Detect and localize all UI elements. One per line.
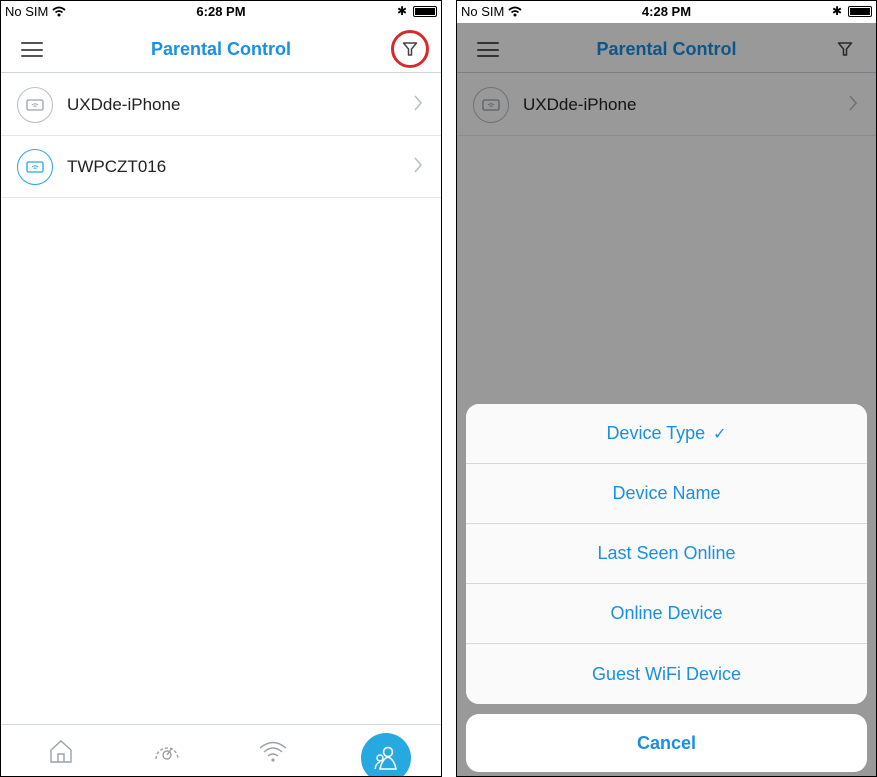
chevron-right-icon	[414, 95, 423, 111]
bluetooth-icon: ✱	[831, 4, 842, 18]
sort-option-last-seen-online[interactable]: Last Seen Online	[466, 524, 867, 584]
sort-option-online-device[interactable]: Online Device	[466, 584, 867, 644]
tab-bar	[1, 724, 441, 776]
sort-option-label: Online Device	[610, 603, 723, 623]
nav-bar: Parental Control	[1, 23, 441, 73]
page-title: Parental Control	[150, 39, 292, 59]
status-bar: No SIM 4:28 PM ✱	[457, 1, 876, 23]
sort-option-device-name[interactable]: Device Name	[466, 464, 867, 524]
device-online-icon	[17, 149, 53, 185]
status-time: 4:28 PM	[641, 4, 692, 19]
filter-button[interactable]	[391, 30, 429, 68]
battery-icon	[848, 5, 872, 17]
cancel-button[interactable]: Cancel	[466, 714, 867, 772]
device-name: UXDde-iPhone	[67, 95, 181, 114]
wifi-icon[interactable]	[257, 735, 289, 767]
phone-screen-left: No SIM 6:28 PM ✱ Parental Control UXDde-…	[0, 0, 442, 777]
sort-action-sheet: Device Type ✓ Device Name Last Seen Onli…	[466, 404, 867, 704]
parental-control-icon[interactable]	[361, 733, 411, 776]
bluetooth-icon: ✱	[396, 4, 407, 18]
status-time: 6:28 PM	[196, 4, 246, 19]
device-row[interactable]: TWPCZT016	[1, 136, 441, 198]
sort-option-guest-wifi-device[interactable]: Guest WiFi Device	[466, 644, 867, 704]
sort-option-label: Guest WiFi Device	[591, 663, 742, 684]
device-offline-icon	[17, 87, 53, 123]
filter-icon	[402, 42, 418, 56]
battery-icon	[413, 5, 437, 17]
home-icon[interactable]	[45, 735, 77, 767]
chevron-right-icon	[414, 157, 423, 173]
checkmark-icon: ✓	[713, 425, 727, 443]
phone-screen-right: No SIM 4:28 PM ✱ Parental Control UXDde-…	[456, 0, 877, 777]
sort-option-label: Device Type	[606, 423, 706, 443]
device-row[interactable]: UXDde-iPhone	[1, 74, 441, 136]
sort-option-label: Device Name	[612, 483, 721, 503]
sort-option-device-type[interactable]: Device Type ✓	[466, 404, 867, 464]
sort-option-label: Last Seen Online	[597, 543, 736, 563]
speed-icon[interactable]	[151, 735, 183, 767]
device-name: TWPCZT016	[67, 157, 167, 176]
status-bar: No SIM 6:28 PM ✱	[1, 1, 441, 23]
